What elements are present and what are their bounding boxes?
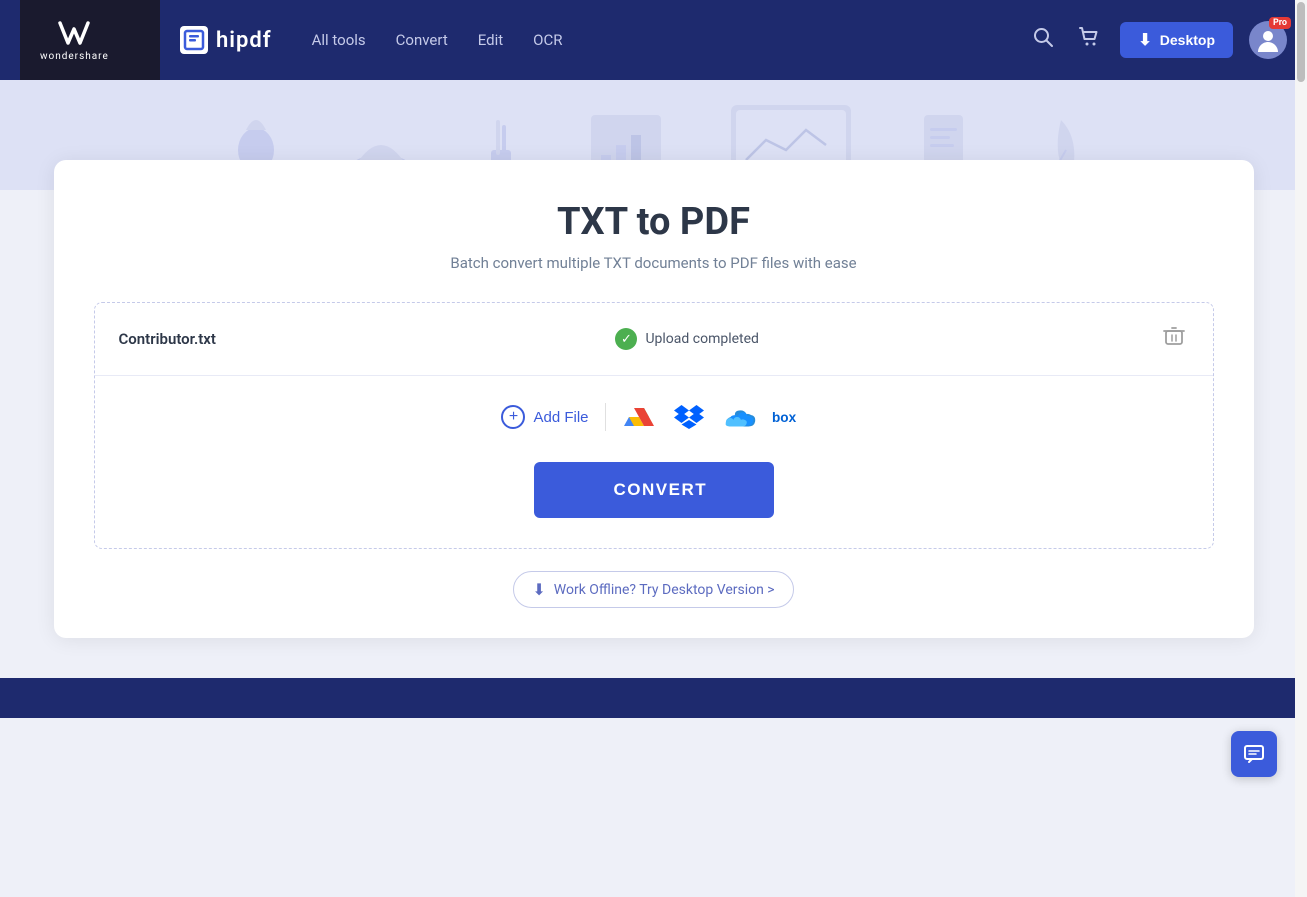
download-icon: ⬇ [532, 580, 545, 599]
add-file-circle-icon: + [501, 405, 525, 429]
google-drive-icon [624, 404, 654, 430]
hipdf-logo-svg [183, 29, 205, 51]
upload-status-text: Upload completed [645, 331, 759, 347]
desktop-button-label: Desktop [1160, 32, 1215, 48]
svg-text:box: box [772, 410, 797, 425]
floating-message-button[interactable] [1231, 731, 1277, 777]
ws-logo-text: wondershare [40, 51, 109, 62]
pro-badge: Pro [1269, 17, 1291, 29]
search-button[interactable] [1028, 22, 1058, 58]
hipdf-name: hipdf [216, 28, 272, 53]
bottom-bar [0, 678, 1307, 718]
scrollbar-thumb[interactable] [1297, 2, 1305, 82]
message-icon [1243, 743, 1265, 765]
nav-links: All tools Convert Edit OCR [312, 26, 1029, 54]
file-status: ✓ Upload completed [615, 328, 759, 350]
hipdf-brand: hipdf [160, 26, 292, 54]
scrollbar[interactable] [1295, 0, 1307, 897]
trash-icon [1163, 325, 1185, 347]
onedrive-icon [722, 405, 756, 429]
add-file-button[interactable]: + Add File [501, 405, 588, 429]
divider [605, 403, 606, 431]
desktop-version-link[interactable]: ⬇ Work Offline? Try Desktop Version > [513, 571, 793, 608]
box-icon: box [772, 406, 806, 428]
desktop-button[interactable]: ⬇ Desktop [1120, 22, 1233, 58]
search-icon [1032, 26, 1054, 48]
ws-logo-icon [56, 19, 92, 47]
page-title: TXT to PDF [94, 200, 1214, 244]
desktop-icon: ⬇ [1138, 30, 1151, 50]
convert-wrap: CONVERT [95, 462, 1213, 518]
file-name: Contributor.txt [119, 330, 216, 348]
hipdf-logo-icon [180, 26, 208, 54]
delete-file-button[interactable] [1159, 321, 1189, 357]
page-subtitle: Batch convert multiple TXT documents to … [94, 254, 1214, 272]
status-check-icon: ✓ [615, 328, 637, 350]
main-content: TXT to PDF Batch convert multiple TXT do… [0, 190, 1307, 678]
nav-ocr[interactable]: OCR [533, 26, 562, 54]
add-file-row: + Add File [95, 376, 1213, 444]
avatar-wrap: Pro [1249, 21, 1287, 59]
nav-edit[interactable]: Edit [478, 26, 503, 54]
google-drive-button[interactable] [622, 400, 656, 434]
main-card: TXT to PDF Batch convert multiple TXT do… [54, 160, 1254, 638]
dropbox-button[interactable] [672, 400, 706, 434]
wondershare-logo: wondershare [40, 19, 109, 62]
file-row: Contributor.txt ✓ Upload completed [95, 303, 1213, 376]
desktop-version-text: Work Offline? Try Desktop Version > [554, 582, 775, 598]
file-area: Contributor.txt ✓ Upload completed [94, 302, 1214, 549]
avatar-icon [1254, 26, 1282, 54]
cart-button[interactable] [1074, 22, 1104, 58]
convert-button[interactable]: CONVERT [534, 462, 774, 518]
nav-actions: ⬇ Desktop Pro [1028, 21, 1287, 59]
add-file-label: Add File [533, 409, 588, 426]
navbar: wondershare hipdf All tools Convert Edit… [0, 0, 1307, 80]
dropbox-icon [674, 403, 704, 431]
cart-icon [1078, 26, 1100, 48]
onedrive-button[interactable] [722, 400, 756, 434]
footer-link-wrap: ⬇ Work Offline? Try Desktop Version > [94, 571, 1214, 608]
brand-logo: wondershare [20, 0, 160, 80]
nav-convert[interactable]: Convert [396, 26, 448, 54]
nav-all-tools[interactable]: All tools [312, 26, 366, 54]
box-button[interactable]: box [772, 400, 806, 434]
